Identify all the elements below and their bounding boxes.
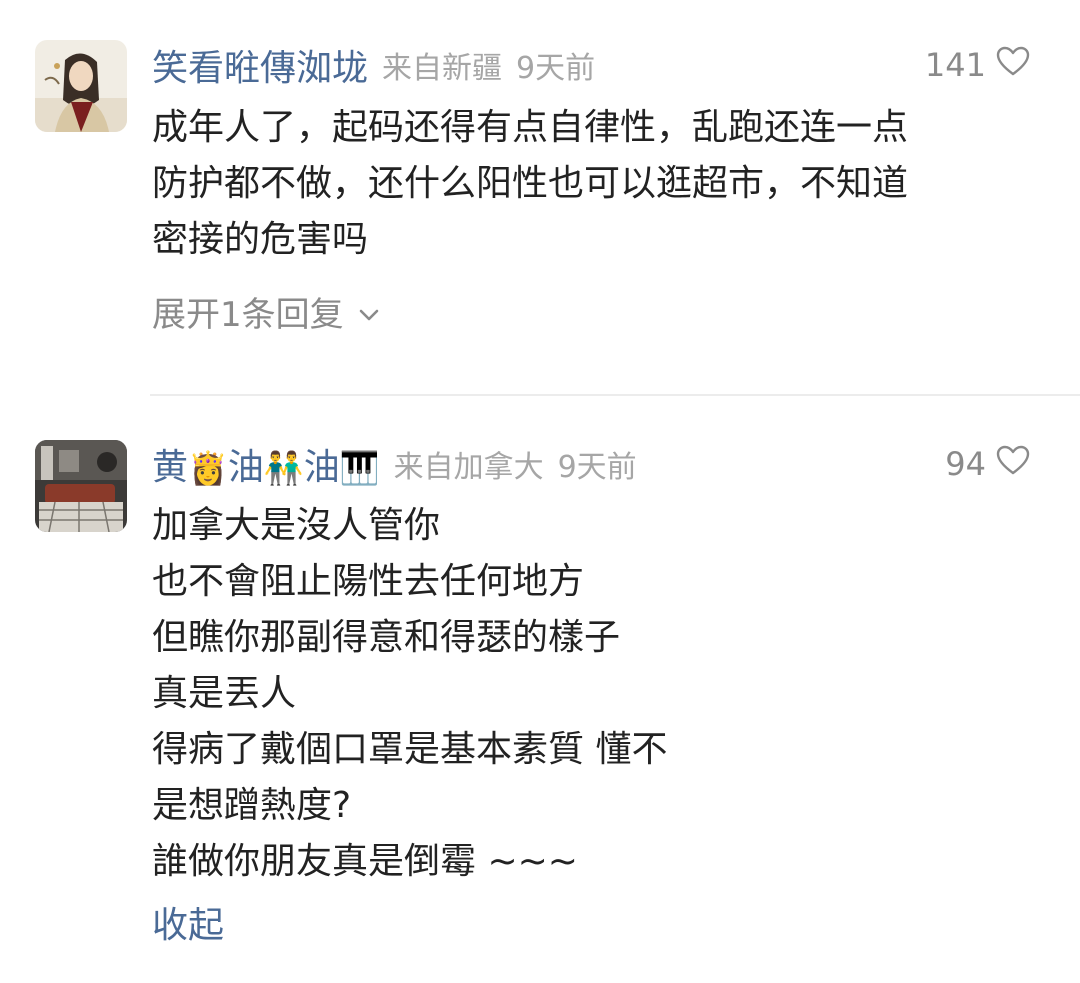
location-label: 来自新疆: [382, 51, 503, 86]
comment-line: 密接的危害吗: [152, 219, 369, 260]
comment-item: 笑看暀傳洳垅 来自新疆 9天前 141 成年人了，起码还得有点自律性，乱跑还连一…: [0, 0, 1080, 394]
comment-line: 誰做你朋友真是倒霉 ~~~: [152, 841, 578, 882]
comment-line: 也不會阻止陽性去任何地方: [152, 561, 585, 602]
avatar[interactable]: [35, 440, 127, 532]
comment-line: 防护都不做，还什么阳性也可以逛超市，不知道: [152, 163, 909, 204]
comment-line: 成年人了，起码还得有点自律性，乱跑还连一点: [152, 107, 909, 148]
like-button[interactable]: 94: [945, 436, 1030, 492]
comment-line: 真是丟人: [152, 673, 297, 714]
avatar[interactable]: [35, 40, 127, 132]
username-part: 油: [303, 447, 340, 488]
username-part: 黄: [152, 447, 189, 488]
chevron-down-icon: [358, 291, 380, 331]
comment-text: 加拿大是沒人管你 也不會阻止陽性去任何地方 但瞧你那副得意和得瑟的樣子 真是丟人…: [152, 498, 1052, 890]
expand-replies-button[interactable]: 展开1条回复: [152, 288, 380, 335]
like-count: 94: [945, 445, 986, 483]
piano-emoji: 🎹: [339, 449, 380, 487]
heart-icon: [996, 445, 1030, 483]
collapse-button[interactable]: 收起: [152, 898, 224, 954]
like-count: 141: [924, 46, 986, 84]
comment-text: 成年人了，起码还得有点自律性，乱跑还连一点 防护都不做，还什么阳性也可以逛超市，…: [152, 100, 1052, 268]
two-men-emoji: 👬: [263, 449, 304, 487]
username-part: 油: [227, 447, 264, 488]
like-button[interactable]: 141: [925, 37, 1030, 93]
expand-replies-label: 展开1条回复: [152, 294, 344, 335]
username[interactable]: 笑看暀傳洳垅: [152, 39, 368, 91]
comment-line: 加拿大是沒人管你: [152, 505, 441, 546]
heart-icon: [996, 46, 1030, 84]
comment-header: 笑看暀傳洳垅 来自新疆 9天前 141: [152, 37, 1030, 93]
location-label: 来自加拿大: [393, 450, 544, 485]
comment-line: 是想蹭熱度?: [152, 785, 352, 826]
time-label: 9天前: [557, 450, 637, 485]
princess-emoji: 👸: [188, 449, 228, 487]
comment-header: 黄👸油👬油🎹 来自加拿大 9天前 94: [152, 436, 1030, 492]
username[interactable]: 黄👸油👬油🎹: [152, 438, 380, 490]
comment-line: 但瞧你那副得意和得瑟的樣子: [152, 617, 621, 658]
comment-line: 得病了戴個口罩是基本素質 懂不: [152, 729, 668, 770]
time-label: 9天前: [516, 51, 596, 86]
comment-item: 黄👸油👬油🎹 来自加拿大 9天前 94 加拿大是沒人管你 也不會阻止陽性去任何地…: [0, 396, 1080, 983]
